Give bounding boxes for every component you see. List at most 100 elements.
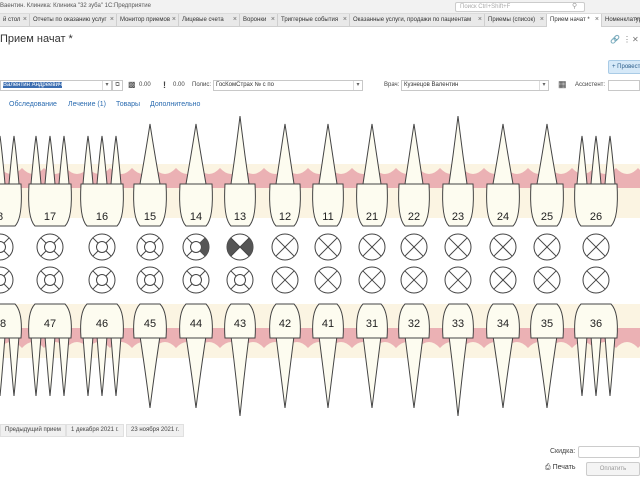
tooth-surface-center <box>144 241 156 253</box>
tab-label: Прием начат * <box>550 17 590 23</box>
close-tab-icon[interactable]: × <box>343 14 347 26</box>
tooth-surface-center <box>96 241 108 253</box>
page-title: Прием начат * <box>0 33 73 45</box>
assistant-label: Ассистент: <box>575 82 606 88</box>
patient-field[interactable]: Валентин Андреевич ▾ <box>0 80 112 91</box>
subtab-item[interactable]: Товары <box>116 101 140 108</box>
tooth-number: 25 <box>541 211 553 223</box>
post-button[interactable]: + Провести <box>608 60 640 74</box>
print-label: Печать <box>552 464 576 471</box>
tooth-number: 16 <box>96 211 108 223</box>
close-tab-icon[interactable]: × <box>172 14 176 26</box>
balance-value: 0.00 <box>139 82 151 88</box>
tab-label: Лицевые счета <box>182 17 224 23</box>
tab-label: Приемы (список) <box>488 17 536 23</box>
tooth-number: 14 <box>190 211 202 223</box>
tooth-number: 36 <box>590 318 602 330</box>
close-icon[interactable]: ✕ <box>632 35 639 44</box>
tooth-surface-center <box>44 241 56 253</box>
tooth-number: 21 <box>366 211 378 223</box>
tab-item[interactable]: Оказанные услуги, продажи по пациентам × <box>350 14 485 27</box>
tab-label: Оказанные услуги, продажи по пациентам <box>353 17 472 23</box>
dropdown-icon[interactable]: ▾ <box>102 81 111 90</box>
dropdown-icon[interactable]: ▾ <box>539 81 548 90</box>
close-tab-icon[interactable]: × <box>478 14 482 26</box>
close-tab-icon[interactable]: × <box>595 14 599 26</box>
tooth-number: 13 <box>234 211 246 223</box>
tab-item[interactable]: й стол × <box>0 14 30 27</box>
tooth-surface-center <box>44 274 56 286</box>
tooth-number: 34 <box>497 318 509 330</box>
discount-label: Скидка: <box>550 448 576 455</box>
tooth-number: 35 <box>541 318 553 330</box>
policy-field-value: ГосКомСтрах № с по <box>216 82 274 88</box>
tab-item[interactable]: Монитор приемов × <box>117 14 179 27</box>
global-search-input[interactable]: Поиск Ctrl+Shift+F <box>455 2 585 12</box>
policy-label: Полис: <box>192 82 212 88</box>
tooth-crown <box>0 183 22 227</box>
pay-button[interactable]: Оплатить <box>586 462 640 476</box>
previous-visit-label: Предыдущий прием <box>0 424 66 437</box>
close-tab-icon[interactable]: × <box>540 14 544 26</box>
policy-field[interactable]: ГосКомСтрах № с по ▾ <box>213 80 363 91</box>
tooth-number: 32 <box>408 318 420 330</box>
patient-field-value: Валентин Андреевич <box>3 82 63 88</box>
tooth-number: 44 <box>190 318 202 330</box>
tab-label: Отчеты по оказанию услуг <box>33 17 107 23</box>
tooth-number: 31 <box>366 318 378 330</box>
tab-label: й стол <box>3 17 21 23</box>
dropdown-icon[interactable]: ▾ <box>353 81 362 90</box>
tooth-number: 12 <box>279 211 291 223</box>
tab-label: Триггерные события <box>281 17 339 23</box>
tooth-number: 15 <box>144 211 156 223</box>
tooth-number: 46 <box>96 318 108 330</box>
tab-item[interactable]: Приемы (список) × <box>485 14 547 27</box>
close-tab-icon[interactable]: × <box>635 14 639 26</box>
doctor-field[interactable]: Кузнецов Валентин ▾ <box>401 80 549 91</box>
tab-item[interactable]: Номенклатура× <box>602 14 640 27</box>
search-icon[interactable]: ⚲ <box>572 2 577 10</box>
discount-input[interactable] <box>578 446 640 458</box>
doctor-field-value: Кузнецов Валентин <box>404 82 459 88</box>
tooth-surface-center <box>190 241 202 253</box>
close-tab-icon[interactable]: × <box>110 14 114 26</box>
more-icon[interactable]: ⋮ <box>623 35 631 44</box>
doctor-label: Врач: <box>384 82 400 88</box>
tab-item[interactable]: Прием начат * × <box>547 14 602 27</box>
tooth-number: 23 <box>452 211 464 223</box>
tooth-number: 47 <box>44 318 56 330</box>
visit-date-link[interactable]: 23 ноября 2021 г. <box>126 424 184 437</box>
assistant-field[interactable] <box>608 80 640 91</box>
tooth-number: 8 <box>0 211 3 223</box>
tooth-number: 38 <box>0 318 6 330</box>
print-button[interactable]: ⎙ Печать <box>545 464 576 472</box>
subtab-item[interactable]: Дополнительно <box>150 101 200 108</box>
tooth-number: 33 <box>452 318 464 330</box>
close-tab-icon[interactable]: × <box>23 14 27 26</box>
tooth-number: 43 <box>234 318 246 330</box>
tab-label: Монитор приемов <box>120 17 171 23</box>
open-patient-button[interactable]: ⧉ <box>112 80 123 91</box>
title-bar: Ваентин. Клиника: Клиника "32 зуба" 1С:П… <box>0 0 640 14</box>
close-tab-icon[interactable]: × <box>271 14 275 26</box>
tooth-number: 41 <box>322 318 334 330</box>
calendar-icon[interactable]: ▦ <box>558 79 567 90</box>
tab-label: Воронки <box>243 17 267 23</box>
tooth-surface-center <box>96 274 108 286</box>
tooth-number: 22 <box>408 211 420 223</box>
tooth-surface-center <box>234 274 246 286</box>
tab-item[interactable]: Отчеты по оказанию услуг × <box>30 14 117 27</box>
window-title: Ваентин. Клиника: Клиника "32 зуба" 1С:П… <box>0 3 151 9</box>
tab-item[interactable]: Лицевые счета × <box>179 14 240 27</box>
subtab-item[interactable]: Лечение (1) <box>68 101 106 108</box>
tab-item[interactable]: Триггерные события × <box>278 14 350 27</box>
tab-item[interactable]: Воронки × <box>240 14 278 27</box>
open-tabs-bar: й стол × Отчеты по оказанию услуг × Монитор … <box>0 14 640 27</box>
close-tab-icon[interactable]: × <box>233 14 237 26</box>
visit-date-link[interactable]: 1 декабря 2021 г. <box>66 424 124 437</box>
subtab-item[interactable]: Обследование <box>9 101 57 108</box>
tooth-number: 45 <box>144 318 156 330</box>
tooth-number: 42 <box>279 318 291 330</box>
link-icon[interactable]: 🔗 <box>610 35 620 44</box>
warning-icon: ! <box>163 80 166 90</box>
